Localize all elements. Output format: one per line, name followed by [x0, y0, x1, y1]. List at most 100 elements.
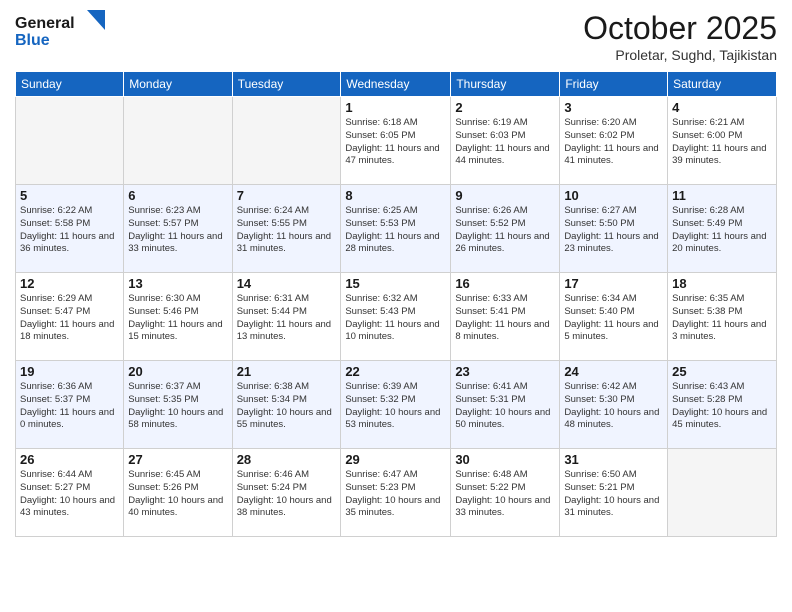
- day-number: 7: [237, 188, 337, 203]
- logo: GeneralBlue: [15, 10, 105, 50]
- calendar-cell: 5 Sunrise: 6:22 AM Sunset: 5:58 PM Daylig…: [16, 185, 124, 273]
- day-info: Sunrise: 6:23 AM Sunset: 5:57 PM Dayligh…: [128, 205, 227, 256]
- calendar-table: Sunday Monday Tuesday Wednesday Thursday…: [15, 71, 777, 537]
- day-info: Sunrise: 6:22 AM Sunset: 5:58 PM Dayligh…: [20, 205, 119, 256]
- calendar-week-4: 19Sunrise: 6:36 AM Sunset: 5:37 PM Dayli…: [16, 361, 777, 449]
- day-info: Sunrise: 6:47 AM Sunset: 5:23 PM Dayligh…: [345, 469, 446, 520]
- calendar-cell: [16, 97, 124, 185]
- calendar-cell: 28 Sunrise: 6:46 AM Sunset: 5:24 PM Dayli…: [232, 449, 341, 537]
- day-info: Sunrise: 6:43 AM Sunset: 5:28 PM Dayligh…: [672, 381, 772, 432]
- calendar-cell: 26Sunrise: 6:44 AM Sunset: 5:27 PM Dayli…: [16, 449, 124, 537]
- day-info: Sunrise: 6:42 AM Sunset: 5:30 PM Dayligh…: [564, 381, 663, 432]
- day-info: Sunrise: 6:46 AM Sunset: 5:24 PM Dayligh…: [237, 469, 337, 520]
- calendar-cell: 30Sunrise: 6:48 AM Sunset: 5:22 PM Dayli…: [451, 449, 560, 537]
- location: Proletar, Sughd, Tajikistan: [583, 47, 777, 63]
- day-info: Sunrise: 6:20 AM Sunset: 6:02 PM Dayligh…: [564, 117, 663, 168]
- calendar-cell: 27 Sunrise: 6:45 AM Sunset: 5:26 PM Dayli…: [124, 449, 232, 537]
- day-info: Sunrise: 6:30 AM Sunset: 5:46 PM Dayligh…: [128, 293, 227, 344]
- day-info: Sunrise: 6:36 AM Sunset: 5:37 PM Dayligh…: [20, 381, 119, 432]
- calendar-cell: 25 Sunrise: 6:43 AM Sunset: 5:28 PM Dayli…: [668, 361, 777, 449]
- calendar-cell: 21 Sunrise: 6:38 AM Sunset: 5:34 PM Dayli…: [232, 361, 341, 449]
- day-number: 24: [564, 364, 663, 379]
- day-number: 2: [455, 100, 555, 115]
- day-info: Sunrise: 6:19 AM Sunset: 6:03 PM Dayligh…: [455, 117, 555, 168]
- calendar-cell: 1 Sunrise: 6:18 AM Sunset: 6:05 PM Daylig…: [341, 97, 451, 185]
- day-info: Sunrise: 6:39 AM Sunset: 5:32 PM Dayligh…: [345, 381, 446, 432]
- day-number: 10: [564, 188, 663, 203]
- calendar-cell: 23 Sunrise: 6:41 AM Sunset: 5:31 PM Dayli…: [451, 361, 560, 449]
- calendar-cell: 9 Sunrise: 6:26 AM Sunset: 5:52 PM Daylig…: [451, 185, 560, 273]
- day-number: 12: [20, 276, 119, 291]
- day-info: Sunrise: 6:26 AM Sunset: 5:52 PM Dayligh…: [455, 205, 555, 256]
- header-sunday: Sunday: [16, 72, 124, 97]
- calendar-cell: 18Sunrise: 6:35 AM Sunset: 5:38 PM Dayli…: [668, 273, 777, 361]
- calendar-cell: 16 Sunrise: 6:33 AM Sunset: 5:41 PM Dayli…: [451, 273, 560, 361]
- day-number: 31: [564, 452, 663, 467]
- calendar-cell: 11Sunrise: 6:28 AM Sunset: 5:49 PM Dayli…: [668, 185, 777, 273]
- calendar-cell: 10 Sunrise: 6:27 AM Sunset: 5:50 PM Dayli…: [560, 185, 668, 273]
- day-number: 22: [345, 364, 446, 379]
- header-monday: Monday: [124, 72, 232, 97]
- header-friday: Friday: [560, 72, 668, 97]
- day-info: Sunrise: 6:48 AM Sunset: 5:22 PM Dayligh…: [455, 469, 555, 520]
- calendar-cell: 20Sunrise: 6:37 AM Sunset: 5:35 PM Dayli…: [124, 361, 232, 449]
- calendar-cell: 31Sunrise: 6:50 AM Sunset: 5:21 PM Dayli…: [560, 449, 668, 537]
- day-number: 29: [345, 452, 446, 467]
- calendar-cell: 6 Sunrise: 6:23 AM Sunset: 5:57 PM Daylig…: [124, 185, 232, 273]
- day-number: 6: [128, 188, 227, 203]
- day-number: 1: [345, 100, 446, 115]
- day-number: 21: [237, 364, 337, 379]
- calendar-cell: 15Sunrise: 6:32 AM Sunset: 5:43 PM Dayli…: [341, 273, 451, 361]
- calendar-cell: [668, 449, 777, 537]
- month-title: October 2025: [583, 10, 777, 47]
- calendar-cell: 17Sunrise: 6:34 AM Sunset: 5:40 PM Dayli…: [560, 273, 668, 361]
- day-number: 27: [128, 452, 227, 467]
- logo-svg: GeneralBlue: [15, 10, 105, 50]
- calendar-cell: 29 Sunrise: 6:47 AM Sunset: 5:23 PM Dayli…: [341, 449, 451, 537]
- calendar-cell: 12Sunrise: 6:29 AM Sunset: 5:47 PM Dayli…: [16, 273, 124, 361]
- header-row: Sunday Monday Tuesday Wednesday Thursday…: [16, 72, 777, 97]
- day-number: 5: [20, 188, 119, 203]
- calendar-cell: 24 Sunrise: 6:42 AM Sunset: 5:30 PM Dayli…: [560, 361, 668, 449]
- day-info: Sunrise: 6:41 AM Sunset: 5:31 PM Dayligh…: [455, 381, 555, 432]
- day-info: Sunrise: 6:18 AM Sunset: 6:05 PM Dayligh…: [345, 117, 446, 168]
- day-number: 4: [672, 100, 772, 115]
- calendar-cell: 13 Sunrise: 6:30 AM Sunset: 5:46 PM Dayli…: [124, 273, 232, 361]
- calendar-week-2: 5 Sunrise: 6:22 AM Sunset: 5:58 PM Daylig…: [16, 185, 777, 273]
- day-number: 8: [345, 188, 446, 203]
- day-number: 3: [564, 100, 663, 115]
- calendar-cell: 4 Sunrise: 6:21 AM Sunset: 6:00 PM Daylig…: [668, 97, 777, 185]
- calendar-week-5: 26Sunrise: 6:44 AM Sunset: 5:27 PM Dayli…: [16, 449, 777, 537]
- day-info: Sunrise: 6:21 AM Sunset: 6:00 PM Dayligh…: [672, 117, 772, 168]
- day-info: Sunrise: 6:37 AM Sunset: 5:35 PM Dayligh…: [128, 381, 227, 432]
- day-number: 16: [455, 276, 555, 291]
- day-info: Sunrise: 6:33 AM Sunset: 5:41 PM Dayligh…: [455, 293, 555, 344]
- calendar-cell: 7 Sunrise: 6:24 AM Sunset: 5:55 PM Daylig…: [232, 185, 341, 273]
- day-info: Sunrise: 6:32 AM Sunset: 5:43 PM Dayligh…: [345, 293, 446, 344]
- calendar-cell: 19Sunrise: 6:36 AM Sunset: 5:37 PM Dayli…: [16, 361, 124, 449]
- day-info: Sunrise: 6:25 AM Sunset: 5:53 PM Dayligh…: [345, 205, 446, 256]
- day-info: Sunrise: 6:24 AM Sunset: 5:55 PM Dayligh…: [237, 205, 337, 256]
- calendar-cell: 14Sunrise: 6:31 AM Sunset: 5:44 PM Dayli…: [232, 273, 341, 361]
- day-number: 28: [237, 452, 337, 467]
- calendar-cell: 8 Sunrise: 6:25 AM Sunset: 5:53 PM Daylig…: [341, 185, 451, 273]
- day-number: 13: [128, 276, 227, 291]
- day-number: 11: [672, 188, 772, 203]
- title-block: October 2025 Proletar, Sughd, Tajikistan: [583, 10, 777, 63]
- calendar-cell: 2 Sunrise: 6:19 AM Sunset: 6:03 PM Daylig…: [451, 97, 560, 185]
- day-number: 25: [672, 364, 772, 379]
- day-info: Sunrise: 6:45 AM Sunset: 5:26 PM Dayligh…: [128, 469, 227, 520]
- page: GeneralBlue October 2025 Proletar, Sughd…: [0, 0, 792, 612]
- calendar-week-3: 12Sunrise: 6:29 AM Sunset: 5:47 PM Dayli…: [16, 273, 777, 361]
- day-number: 14: [237, 276, 337, 291]
- day-number: 23: [455, 364, 555, 379]
- header: GeneralBlue October 2025 Proletar, Sughd…: [15, 10, 777, 63]
- calendar-cell: 3 Sunrise: 6:20 AM Sunset: 6:02 PM Daylig…: [560, 97, 668, 185]
- day-number: 9: [455, 188, 555, 203]
- day-info: Sunrise: 6:27 AM Sunset: 5:50 PM Dayligh…: [564, 205, 663, 256]
- header-saturday: Saturday: [668, 72, 777, 97]
- day-info: Sunrise: 6:38 AM Sunset: 5:34 PM Dayligh…: [237, 381, 337, 432]
- calendar-cell: [232, 97, 341, 185]
- day-info: Sunrise: 6:44 AM Sunset: 5:27 PM Dayligh…: [20, 469, 119, 520]
- header-thursday: Thursday: [451, 72, 560, 97]
